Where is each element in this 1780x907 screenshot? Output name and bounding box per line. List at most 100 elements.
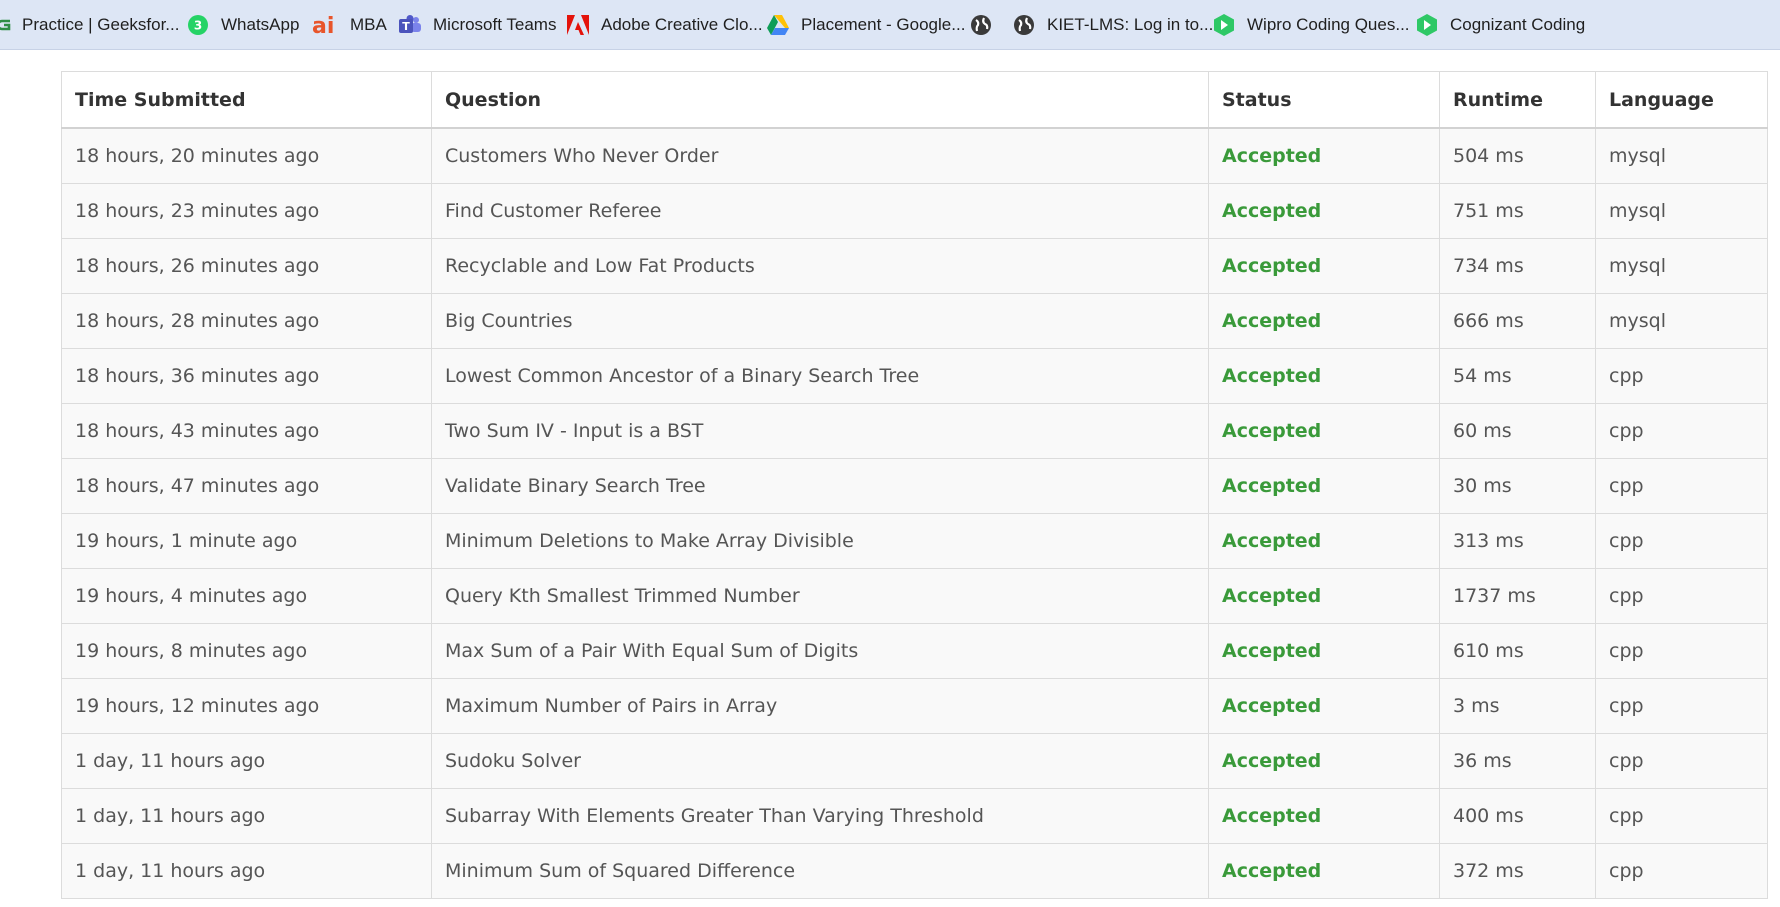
bookmark-label: WhatsApp (221, 14, 300, 34)
submissions-table-container: Time Submitted Question Status Runtime L… (61, 71, 1768, 899)
table-row: 19 hours, 1 minute ago Minimum Deletions… (61, 513, 1768, 569)
cell-question[interactable]: Lowest Common Ancestor of a Binary Searc… (431, 348, 1209, 404)
cell-question[interactable]: Two Sum IV - Input is a BST (431, 403, 1209, 459)
cell-language: mysql (1595, 293, 1768, 349)
svg-text:ai: ai (312, 14, 334, 36)
cell-language: cpp (1595, 788, 1768, 844)
cell-runtime: 36 ms (1439, 733, 1596, 789)
cell-status[interactable]: Accepted (1208, 348, 1440, 404)
cell-runtime: 372 ms (1439, 843, 1596, 899)
bookmark-globe[interactable] (969, 0, 1004, 49)
table-row: 18 hours, 23 minutes ago Find Customer R… (61, 183, 1768, 239)
geeksforgeeks-icon (0, 13, 12, 37)
bookmark-wipro-coding[interactable]: Wipro Coding Ques... (1212, 0, 1410, 49)
bookmark-label: Adobe Creative Clo... (601, 14, 763, 34)
table-row: 1 day, 11 hours ago Sudoku Solver Accept… (61, 733, 1768, 789)
cell-question[interactable]: Maximum Number of Pairs in Array (431, 678, 1209, 734)
bookmark-label: Wipro Coding Ques... (1247, 14, 1410, 34)
cell-time-submitted: 18 hours, 23 minutes ago (61, 183, 432, 239)
cell-question[interactable]: Validate Binary Search Tree (431, 458, 1209, 514)
cell-language: mysql (1595, 238, 1768, 294)
cell-question[interactable]: Big Countries (431, 293, 1209, 349)
bookmark-kiet-lms[interactable]: KIET-LMS: Log in to... (1012, 0, 1213, 49)
cell-language: cpp (1595, 678, 1768, 734)
cell-question[interactable]: Subarray With Elements Greater Than Vary… (431, 788, 1209, 844)
cell-question[interactable]: Max Sum of a Pair With Equal Sum of Digi… (431, 623, 1209, 679)
cell-status[interactable]: Accepted (1208, 127, 1440, 184)
cell-language: cpp (1595, 513, 1768, 569)
cell-question[interactable]: Sudoku Solver (431, 733, 1209, 789)
bookmark-microsoft-teams[interactable]: T Microsoft Teams (398, 0, 556, 49)
cell-time-submitted: 18 hours, 47 minutes ago (61, 458, 432, 514)
bookmark-cognizant-coding[interactable]: Cognizant Coding (1415, 0, 1585, 49)
cell-runtime: 54 ms (1439, 348, 1596, 404)
cell-status[interactable]: Accepted (1208, 403, 1440, 459)
cell-time-submitted: 19 hours, 1 minute ago (61, 513, 432, 569)
cell-runtime: 400 ms (1439, 788, 1596, 844)
cell-status[interactable]: Accepted (1208, 623, 1440, 679)
cell-status[interactable]: Accepted (1208, 458, 1440, 514)
cell-status[interactable]: Accepted (1208, 568, 1440, 624)
svg-text:T: T (402, 20, 410, 33)
cell-runtime: 3 ms (1439, 678, 1596, 734)
cell-time-submitted: 18 hours, 20 minutes ago (61, 127, 432, 184)
cell-time-submitted: 1 day, 11 hours ago (61, 733, 432, 789)
cell-question[interactable]: Minimum Deletions to Make Array Divisibl… (431, 513, 1209, 569)
cell-language: cpp (1595, 348, 1768, 404)
table-row: 18 hours, 28 minutes ago Big Countries A… (61, 293, 1768, 349)
table-row: 19 hours, 8 minutes ago Max Sum of a Pai… (61, 623, 1768, 679)
svg-text:3: 3 (194, 18, 202, 32)
cell-time-submitted: 18 hours, 26 minutes ago (61, 238, 432, 294)
bookmark-adobe-creative-cloud[interactable]: Adobe Creative Clo... (566, 0, 763, 49)
bookmark-label: Cognizant Coding (1450, 14, 1586, 34)
header-language: Language (1595, 71, 1768, 129)
cell-time-submitted: 18 hours, 43 minutes ago (61, 403, 432, 459)
cell-question[interactable]: Query Kth Smallest Trimmed Number (431, 568, 1209, 624)
hackerrank-icon (1415, 13, 1439, 37)
cell-runtime: 666 ms (1439, 293, 1596, 349)
google-drive-icon (766, 13, 790, 37)
cell-language: cpp (1595, 568, 1768, 624)
cell-language: mysql (1595, 183, 1768, 239)
bookmark-label: Microsoft Teams (433, 14, 557, 34)
bookmark-label: Placement - Google... (801, 14, 966, 34)
cell-question[interactable]: Recyclable and Low Fat Products (431, 238, 1209, 294)
cell-question[interactable]: Customers Who Never Order (431, 127, 1209, 184)
cell-runtime: 504 ms (1439, 127, 1596, 184)
cell-runtime: 30 ms (1439, 458, 1596, 514)
cell-status[interactable]: Accepted (1208, 238, 1440, 294)
table-row: 19 hours, 4 minutes ago Query Kth Smalle… (61, 568, 1768, 624)
cell-time-submitted: 19 hours, 12 minutes ago (61, 678, 432, 734)
globe-icon (969, 13, 993, 37)
table-row: 18 hours, 43 minutes ago Two Sum IV - In… (61, 403, 1768, 459)
table-row: 1 day, 11 hours ago Subarray With Elemen… (61, 788, 1768, 844)
cell-status[interactable]: Accepted (1208, 678, 1440, 734)
table-row: 18 hours, 47 minutes ago Validate Binary… (61, 458, 1768, 514)
bookmarks-bar: Practice | Geeksfor... 3 WhatsApp ai MBA… (0, 0, 1780, 50)
table-row: 18 hours, 36 minutes ago Lowest Common A… (61, 348, 1768, 404)
cell-time-submitted: 18 hours, 36 minutes ago (61, 348, 432, 404)
cell-language: cpp (1595, 843, 1768, 899)
cell-question[interactable]: Find Customer Referee (431, 183, 1209, 239)
cell-status[interactable]: Accepted (1208, 183, 1440, 239)
cell-status[interactable]: Accepted (1208, 293, 1440, 349)
table-row: 1 day, 11 hours ago Minimum Sum of Squar… (61, 843, 1768, 899)
cell-status[interactable]: Accepted (1208, 788, 1440, 844)
cell-status[interactable]: Accepted (1208, 843, 1440, 899)
cell-time-submitted: 19 hours, 8 minutes ago (61, 623, 432, 679)
cell-language: cpp (1595, 458, 1768, 514)
adobe-icon (566, 13, 590, 37)
table-row: 19 hours, 12 minutes ago Maximum Number … (61, 678, 1768, 734)
cell-time-submitted: 1 day, 11 hours ago (61, 788, 432, 844)
bookmark-label: Practice | Geeksfor... (22, 14, 180, 34)
cell-runtime: 734 ms (1439, 238, 1596, 294)
hackerrank-icon (1212, 13, 1236, 37)
header-runtime: Runtime (1439, 71, 1596, 129)
cell-status[interactable]: Accepted (1208, 513, 1440, 569)
cell-question[interactable]: Minimum Sum of Squared Difference (431, 843, 1209, 899)
bookmark-mba[interactable]: ai MBA (311, 0, 387, 49)
bookmark-geeksforgeeks[interactable]: Practice | Geeksfor... (0, 0, 179, 49)
bookmark-whatsapp[interactable]: 3 WhatsApp (186, 0, 299, 49)
bookmark-placement-google[interactable]: Placement - Google... (766, 0, 965, 49)
cell-status[interactable]: Accepted (1208, 733, 1440, 789)
